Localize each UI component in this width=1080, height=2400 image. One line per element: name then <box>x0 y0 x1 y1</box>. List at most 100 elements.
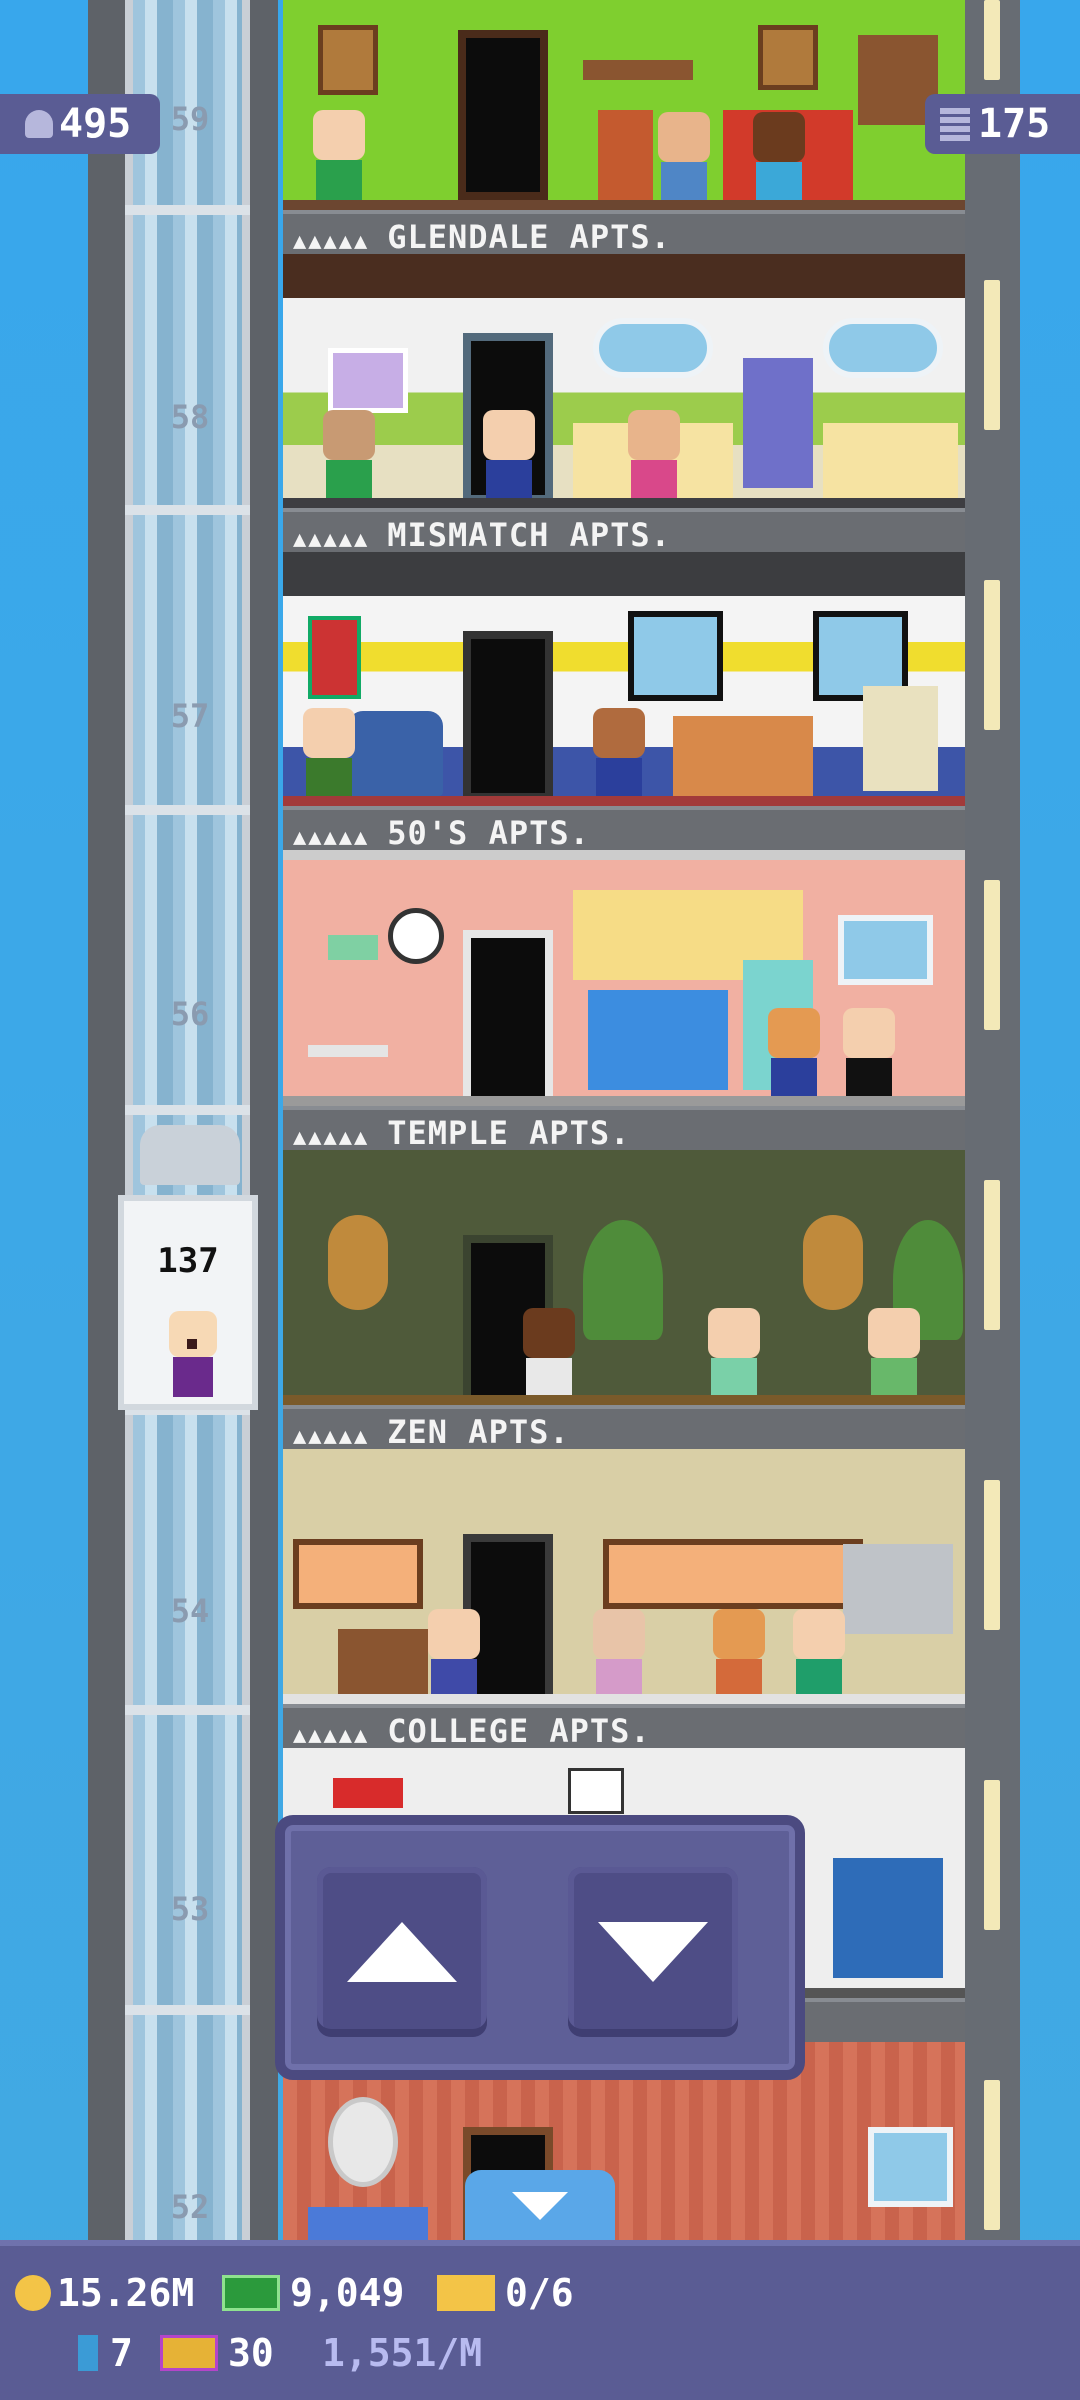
resident[interactable] <box>303 708 355 798</box>
room-door <box>463 631 553 801</box>
resident[interactable] <box>713 1609 765 1699</box>
floor-temple[interactable] <box>283 860 965 1106</box>
floor-base <box>283 1395 965 1405</box>
resident[interactable] <box>753 112 805 202</box>
tickets-display[interactable]: 0/6 <box>437 2271 574 2315</box>
income-rate: 1,551/M <box>322 2331 482 2375</box>
resident[interactable] <box>593 708 645 798</box>
key-icon <box>78 2335 98 2371</box>
table <box>308 1045 388 1057</box>
sofa <box>673 716 813 796</box>
floor-label-zen[interactable]: ▲▲▲▲▲ ZEN APTS. <box>283 1405 965 1451</box>
rate-value: 1,551/M <box>322 2331 483 2375</box>
floor-mismatch[interactable] <box>283 298 965 508</box>
window-light <box>984 1780 1000 1930</box>
resident[interactable] <box>868 1308 920 1398</box>
elevator-pulley <box>140 1125 240 1185</box>
shaft-floor-number: 57 <box>170 697 210 735</box>
resident[interactable] <box>523 1308 575 1398</box>
rider-body <box>173 1357 213 1397</box>
floor-college[interactable] <box>283 1449 965 1704</box>
floor-zen[interactable] <box>283 1150 965 1405</box>
resident[interactable] <box>323 410 375 500</box>
floor-label-glendale[interactable]: ▲▲▲▲▲ GLENDALE APTS. <box>283 210 965 256</box>
bux-display[interactable]: 9,049 <box>222 2271 404 2315</box>
cabinet <box>338 1629 428 1694</box>
shaft-floor-number: 56 <box>170 995 210 1033</box>
wall-mirror <box>328 2097 398 2187</box>
resident[interactable] <box>628 410 680 500</box>
population-badge[interactable]: 495 <box>0 94 160 154</box>
poster <box>568 1768 624 1814</box>
floor-base <box>283 796 965 806</box>
picture-frame <box>758 25 818 90</box>
potted-plant <box>583 1220 663 1340</box>
chevron-down-icon <box>512 2192 568 2220</box>
floor-count-value: 175 <box>978 101 1051 147</box>
window-light <box>984 1180 1000 1330</box>
window <box>868 2127 953 2207</box>
bux-value: 9,049 <box>290 2271 405 2315</box>
floor-name: GLENDALE APTS. <box>387 218 671 256</box>
bottom-hud: 15.26M 9,049 0/6 7 30 1,551/M <box>0 2240 1080 2400</box>
floor-label-mismatch[interactable]: ▲▲▲▲▲ MISMATCH APTS. <box>283 508 965 554</box>
floors-badge[interactable]: 175 <box>925 94 1080 154</box>
vip-icon <box>160 2335 218 2371</box>
resident[interactable] <box>768 1008 820 1098</box>
star-rating: ▲▲▲▲▲ <box>293 1723 370 1748</box>
keys-display[interactable]: 7 <box>78 2331 133 2375</box>
resident[interactable] <box>843 1008 895 1098</box>
resident[interactable] <box>428 1609 480 1699</box>
down-arrow-icon <box>598 1922 708 1982</box>
resident[interactable] <box>658 112 710 202</box>
fridge <box>743 358 813 488</box>
floor-label-50s[interactable]: ▲▲▲▲▲ 50'S APTS. <box>283 806 965 852</box>
coins-value: 15.26M <box>57 2271 195 2315</box>
rider-head <box>169 1311 217 1357</box>
armchair <box>348 711 443 796</box>
kitchen-counter <box>823 423 958 498</box>
elevator-up-button[interactable] <box>317 1867 487 2037</box>
window-light <box>984 2080 1000 2230</box>
people-icon <box>25 110 53 138</box>
picture-frame <box>318 25 378 95</box>
floor-name: TEMPLE APTS. <box>387 1114 631 1152</box>
keys-value: 7 <box>110 2331 133 2375</box>
floor-label-temple[interactable]: ▲▲▲▲▲ TEMPLE APTS. <box>283 1106 965 1152</box>
floor-ceiling <box>283 850 965 860</box>
floor-label-college[interactable]: ▲▲▲▲▲ COLLEGE APTS. <box>283 1704 965 1750</box>
window-light <box>984 1480 1000 1630</box>
resident[interactable] <box>313 110 365 200</box>
star-rating: ▲▲▲▲▲ <box>293 229 370 254</box>
shaft-floor-number: 59 <box>170 100 210 138</box>
buddha-statue <box>803 1215 863 1310</box>
tickets-value: 0/6 <box>505 2271 574 2315</box>
coins-display[interactable]: 15.26M <box>15 2271 194 2315</box>
resident[interactable] <box>793 1609 845 1699</box>
scroll-down-button[interactable] <box>465 2170 615 2240</box>
sofa <box>308 2207 428 2240</box>
buddha-statue <box>328 1215 388 1310</box>
elevator-rider <box>169 1311 217 1401</box>
shaft-floor-number: 52 <box>170 2188 210 2226</box>
shaft-floor-number: 58 <box>170 398 210 436</box>
elevator-passenger-count: 137 <box>157 1241 219 1281</box>
floors-icon <box>940 107 970 141</box>
window <box>293 1539 423 1609</box>
floor-glendale[interactable] <box>283 0 965 210</box>
up-arrow-icon <box>347 1922 457 1982</box>
rider-mouth <box>187 1339 197 1349</box>
resident[interactable] <box>708 1308 760 1398</box>
floor-50s[interactable] <box>283 596 965 806</box>
tv-set <box>863 686 938 791</box>
population-value: 495 <box>59 101 132 147</box>
elevator-car[interactable]: 137 <box>118 1195 258 1410</box>
elevator-down-button[interactable] <box>568 1867 738 2037</box>
window <box>628 611 723 701</box>
resident[interactable] <box>593 1609 645 1699</box>
shaft-band <box>125 205 250 215</box>
floor-name: COLLEGE APTS. <box>387 1712 651 1750</box>
room-door <box>458 30 548 200</box>
resident[interactable] <box>483 410 535 500</box>
vip-display[interactable]: 30 <box>160 2331 274 2375</box>
